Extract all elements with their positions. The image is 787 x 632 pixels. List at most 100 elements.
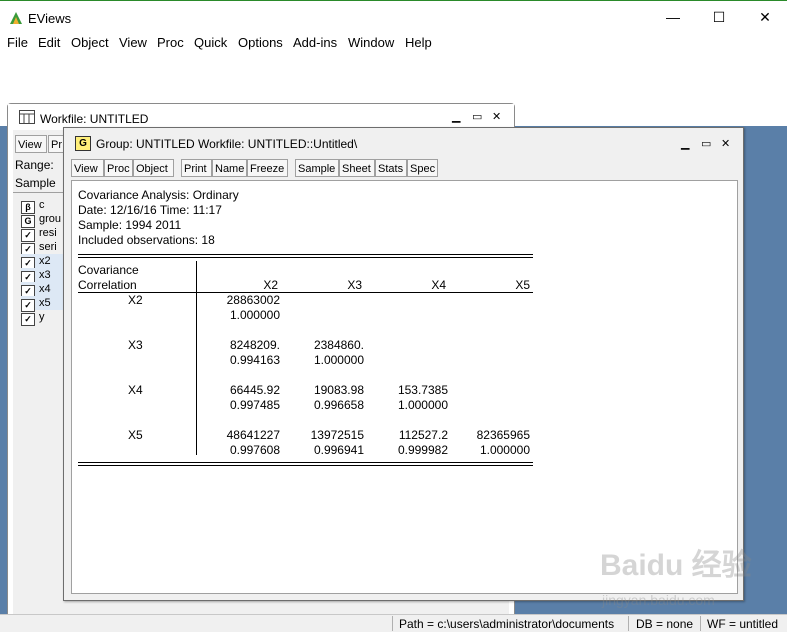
cell-cov: 153.7385 — [397, 383, 448, 397]
workfile-item-c[interactable]: βc — [21, 198, 45, 214]
table-bottom-rule-2 — [78, 465, 533, 466]
cell-cor: 1.000000 — [397, 398, 448, 412]
status-separator — [628, 616, 629, 631]
menu-file[interactable]: File — [7, 35, 28, 50]
workfile-item-series[interactable]: ✓ seri — [21, 240, 57, 256]
table-vertical-rule — [196, 261, 197, 455]
workfile-minimize-icon[interactable]: ▁ — [452, 110, 460, 123]
status-path: Path = c:\users\administrator\documents — [399, 617, 615, 631]
workfile-icon — [19, 110, 35, 124]
status-separator — [392, 616, 393, 631]
cell-cor: 0.997608 — [229, 443, 280, 457]
menu-add-ins[interactable]: Add-ins — [293, 35, 337, 50]
group-sample-button[interactable]: Sample — [295, 159, 339, 177]
status-bar: Path = c:\users\administrator\documents … — [0, 614, 787, 632]
group-freeze-button[interactable]: Freeze — [247, 159, 288, 177]
cell-cov: 112527.2 — [398, 428, 448, 442]
group-view-button[interactable]: View — [71, 159, 104, 177]
menu-window[interactable]: Window — [348, 35, 394, 50]
series-icon: ✓ — [21, 313, 35, 326]
menu-bar: File Edit Object View Proc Quick Options… — [0, 32, 787, 54]
group-sheet-button[interactable]: Sheet — [339, 159, 375, 177]
cell-cor: 1.000000 — [229, 308, 280, 322]
table-label-covariance: Covariance — [78, 263, 139, 277]
group-minimize-icon[interactable]: ▁ — [681, 137, 689, 150]
item-label: seri — [39, 241, 57, 253]
group-window[interactable]: G Group: UNTITLED Workfile: UNTITLED::Un… — [63, 127, 744, 601]
row-label-x5: X5 — [128, 428, 143, 442]
workfile-item-group[interactable]: Ggrou — [21, 212, 62, 228]
eviews-logo-icon — [10, 12, 22, 24]
sample-label: Sample — [15, 176, 56, 190]
item-label: resi — [39, 227, 57, 239]
group-name-button[interactable]: Name — [212, 159, 247, 177]
menu-edit[interactable]: Edit — [38, 35, 60, 50]
item-label: x3 — [39, 269, 51, 281]
group-object-button[interactable]: Object — [133, 159, 174, 177]
cell-cor: 0.997485 — [229, 398, 280, 412]
item-label: grou — [39, 213, 62, 225]
group-proc-button[interactable]: Proc — [104, 159, 133, 177]
cell-cov: 8248209. — [229, 338, 280, 352]
group-icon: G — [75, 136, 91, 151]
workfile-maximize-icon[interactable]: ▭ — [472, 110, 482, 123]
range-label: Range: — [15, 158, 54, 172]
table-top-rule — [78, 254, 533, 255]
workfile-item-x3[interactable]: ✓ x3 — [21, 268, 69, 284]
workfile-title: Workfile: UNTITLED — [40, 112, 149, 126]
cell-cov: 82365965 — [476, 428, 530, 442]
cell-cor: 1.000000 — [479, 443, 530, 457]
menu-view[interactable]: View — [119, 35, 147, 50]
maximize-button[interactable]: ☐ — [696, 1, 742, 33]
group-spec-button[interactable]: Spec — [407, 159, 438, 177]
group-close-icon[interactable]: ✕ — [721, 137, 730, 150]
workfile-item-x2[interactable]: ✓ x2 — [21, 254, 69, 270]
col-header-x2: X2 — [263, 278, 278, 292]
menu-object[interactable]: Object — [71, 35, 109, 50]
workfile-view-button[interactable]: View — [15, 135, 47, 153]
cell-cov: 13972515 — [310, 428, 364, 442]
analysis-observations: Included observations: 18 — [78, 233, 215, 247]
status-wf: WF = untitled — [707, 617, 779, 631]
row-label-x2: X2 — [128, 293, 143, 307]
menu-quick[interactable]: Quick — [194, 35, 227, 50]
cell-cor: 0.996941 — [313, 443, 364, 457]
table-top-rule-2 — [78, 257, 533, 258]
cell-cor: 1.000000 — [313, 353, 364, 367]
cell-cov: 2384860. — [313, 338, 364, 352]
table-header-rule — [78, 292, 533, 293]
table-bottom-rule — [78, 462, 533, 463]
group-titlebar[interactable]: G Group: UNTITLED Workfile: UNTITLED::Un… — [64, 128, 743, 158]
status-separator — [700, 616, 701, 631]
cell-cor: 0.994163 — [229, 353, 280, 367]
workfile-item-y[interactable]: ✓ y — [21, 310, 45, 326]
workfile-item-resid[interactable]: ✓ resi — [21, 226, 57, 242]
group-maximize-icon[interactable]: ▭ — [701, 137, 711, 150]
close-button[interactable]: ✕ — [742, 1, 787, 33]
menu-help[interactable]: Help — [405, 35, 432, 50]
group-title: Group: UNTITLED Workfile: UNTITLED::Unti… — [96, 137, 358, 151]
row-label-x3: X3 — [128, 338, 143, 352]
workfile-item-x4[interactable]: ✓ x4 — [21, 282, 69, 298]
menu-proc[interactable]: Proc — [157, 35, 184, 50]
col-header-x5: X5 — [515, 278, 530, 292]
analysis-title: Covariance Analysis: Ordinary — [78, 188, 239, 202]
minimize-button[interactable]: — — [650, 1, 696, 33]
col-header-x4: X4 — [431, 278, 446, 292]
group-print-button[interactable]: Print — [181, 159, 212, 177]
row-label-x4: X4 — [128, 383, 143, 397]
table-label-correlation: Correlation — [78, 278, 137, 292]
cell-cov: 28863002 — [226, 293, 280, 307]
group-stats-button[interactable]: Stats — [375, 159, 407, 177]
status-db: DB = none — [636, 617, 694, 631]
analysis-date: Date: 12/16/16 Time: 11:17 — [78, 203, 222, 217]
workfile-close-icon[interactable]: ✕ — [492, 110, 501, 123]
menu-options[interactable]: Options — [238, 35, 283, 50]
covariance-output[interactable]: Covariance Analysis: Ordinary Date: 12/1… — [71, 180, 738, 594]
workfile-item-x5[interactable]: ✓ x5 — [21, 296, 69, 312]
app-titlebar: EViews — ☐ ✕ — [0, 0, 787, 33]
cell-cov: 19083.98 — [313, 383, 364, 397]
item-label: x4 — [39, 283, 51, 295]
cell-cov: 48641227 — [226, 428, 280, 442]
analysis-sample: Sample: 1994 2011 — [78, 218, 182, 232]
